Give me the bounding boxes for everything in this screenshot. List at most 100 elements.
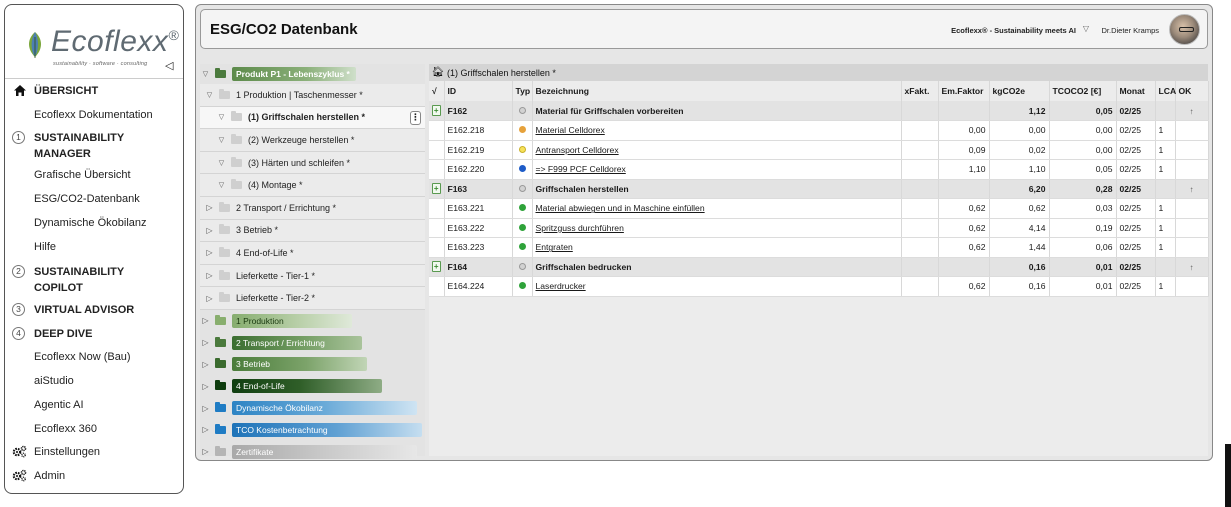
ok-cell[interactable]: ↑ [1175, 101, 1209, 121]
add-item-icon[interactable]: + [431, 261, 441, 273]
column-header[interactable]: LCA [1155, 81, 1176, 101]
add-item-icon[interactable]: + [431, 105, 441, 116]
item-link[interactable]: Antransport Celldorex [532, 140, 902, 160]
column-header[interactable]: Em.Faktor [938, 81, 990, 101]
tree-group[interactable]: ▷ 3 Betrieb [200, 354, 425, 376]
table-row[interactable]: + F164 Griffschalen bedrucken 0,16 0,01 02/25… [429, 257, 1209, 277]
tree-item[interactable]: ▽ (4) Montage * [200, 174, 425, 197]
row-select-cell[interactable] [429, 140, 445, 160]
chevron-right-icon[interactable]: ▷ [204, 226, 215, 235]
chevron-right-icon[interactable]: ▷ [200, 338, 211, 347]
column-header[interactable]: Typ [512, 81, 533, 101]
chevron-down-icon[interactable]: ▽ [204, 91, 215, 99]
tree-item[interactable]: ▽ (3) Härten und schleifen * [200, 151, 425, 175]
sidebar-item-ecoflexx-now-bau[interactable]: Ecoflexx Now (Bau) [5, 349, 180, 365]
column-header[interactable]: √ [429, 81, 445, 101]
chevron-right-icon[interactable]: ▷ [200, 425, 211, 434]
ok-cell[interactable]: ↑ [1175, 179, 1209, 199]
column-header[interactable]: ID [444, 81, 513, 101]
tree-group[interactable]: ▷ TCO Kostenbetrachtung [200, 419, 425, 441]
tree-item[interactable]: ▽ (2) Werkzeuge herstellen * [200, 129, 425, 152]
row-select-cell[interactable] [429, 276, 445, 297]
tree-item[interactable]: ▷ 4 End-of-Life * [200, 242, 425, 265]
table-row[interactable]: E163.221 Material abwiegen und in Maschin… [429, 198, 1209, 219]
column-header[interactable]: TCOCO2 [€] [1049, 81, 1117, 101]
table-row[interactable]: + F163 Griffschalen herstellen 6,20 0,28 02/2… [429, 179, 1209, 199]
sidebar-item-ecoflexx-dokumentation[interactable]: Ecoflexx Dokumentation [5, 107, 180, 123]
item-link[interactable]: Spritzguss durchführen [532, 218, 902, 238]
sidebar-item-ecoflexx-360[interactable]: Ecoflexx 360 [5, 421, 180, 437]
sidebar-item-agentic-ai[interactable]: Agentic AI [5, 397, 180, 413]
brand-menu[interactable]: Ecoflexx® - Sustainability meets AI [951, 26, 1076, 35]
tree-item[interactable]: ▷ 2 Transport / Errichtung * [200, 196, 425, 220]
arrow-up-icon[interactable]: ↑ [1190, 107, 1194, 116]
chevron-down-icon[interactable]: ▽ [216, 113, 227, 121]
collapse-sidebar-icon[interactable]: ◁ [165, 59, 173, 72]
column-header[interactable]: Bezeichnung [532, 81, 902, 101]
sidebar-item-dynamische-ökobilanz[interactable]: Dynamische Ökobilanz [5, 215, 180, 231]
sidebar-item-einstellungen[interactable]: Einstellungen [5, 444, 180, 460]
more-options-icon[interactable]: ⋮ [410, 110, 421, 125]
tree-item[interactable]: ▷ Lieferkette - Tier-1 * [200, 264, 425, 288]
chevron-down-icon[interactable]: ▽ [216, 159, 227, 167]
chevron-right-icon[interactable]: ▷ [204, 294, 215, 303]
table-row[interactable]: E162.220 => F999 PCF Celldorex 1,10 1,10 0,0… [429, 159, 1209, 180]
tree-group[interactable]: ▷ 1 Produktion [200, 310, 425, 332]
table-row[interactable]: E162.219 Antransport Celldorex 0,09 0,02 0,0… [429, 140, 1209, 160]
sidebar-item-grafische-übersicht[interactable]: Grafische Übersicht [5, 167, 180, 183]
tree-group[interactable]: ▷ 4 End-of-Life [200, 375, 425, 397]
tree-group[interactable]: ▷ Zertifikate [200, 441, 425, 463]
table-row[interactable]: E162.218 Material Celldorex 0,00 0,00 0,00 02… [429, 120, 1209, 141]
column-header[interactable]: OK [1175, 81, 1209, 101]
avatar[interactable] [1169, 14, 1200, 45]
ok-cell[interactable]: ↑ [1175, 257, 1209, 277]
chevron-down-icon[interactable]: ▽ [216, 136, 227, 144]
column-header[interactable]: Monat [1116, 81, 1156, 101]
tree-group[interactable]: ▷ Dynamische Ökobilanz [200, 397, 425, 419]
row-select-cell[interactable] [429, 218, 445, 238]
sidebar-item-aistudio[interactable]: aiStudio [5, 373, 180, 389]
row-select-cell[interactable]: + [429, 101, 445, 121]
table-row[interactable]: E164.224 Laserdrucker 0,62 0,16 0,01 02/25 1 [429, 276, 1209, 297]
chevron-right-icon[interactable]: ▷ [200, 447, 211, 456]
chevron-down-icon[interactable]: ▽ [200, 70, 211, 78]
chevron-down-icon[interactable]: ▽ [216, 181, 227, 189]
tree-item[interactable]: ▽ (1) Griffschalen herstellen * ⋮ [200, 106, 425, 130]
sidebar-item-übersicht[interactable]: ÜBERSICHT [5, 83, 180, 99]
sidebar-item-virtual-advisor[interactable]: 3 VIRTUAL ADVISOR [5, 302, 180, 318]
item-link[interactable]: Laserdrucker [532, 276, 902, 297]
ecoflexx-logo[interactable]: Ecoflexx® sustainability · software · co… [23, 23, 179, 73]
table-row[interactable]: E163.223 Entgraten 0,62 1,44 0,06 02/25 1 [429, 237, 1209, 258]
item-link[interactable]: Material abwiegen und in Maschine einfül… [532, 198, 902, 219]
item-link[interactable]: Material Celldorex [532, 120, 902, 141]
chevron-right-icon[interactable]: ▷ [200, 404, 211, 413]
chevron-right-icon[interactable]: ▷ [204, 248, 215, 257]
row-select-cell[interactable]: + [429, 257, 445, 277]
sidebar-item-hilfe[interactable]: Hilfe [5, 239, 180, 255]
tree-item[interactable]: ▽ 1 Produktion | Taschenmesser * [200, 84, 425, 107]
sidebar-item-admin[interactable]: Admin [5, 468, 180, 484]
chevron-right-icon[interactable]: ▷ [200, 360, 211, 369]
row-select-cell[interactable]: + [429, 179, 445, 199]
sidebar-item-deep-dive[interactable]: 4 DEEP DIVE [5, 326, 180, 342]
arrow-up-icon[interactable]: ↑ [1190, 263, 1194, 272]
add-item-icon[interactable]: + [431, 183, 441, 195]
sidebar-item-sustainability-manager[interactable]: 1 SUSTAINABILITY MANAGER [5, 130, 180, 162]
sidebar-item-esg-co2-datenbank[interactable]: ESG/CO2-Datenbank [5, 191, 180, 207]
tree-item[interactable]: ▷ 3 Betrieb * [200, 219, 425, 243]
home-icon[interactable]: 🏠︎ [429, 67, 447, 78]
chevron-right-icon[interactable]: ▷ [204, 203, 215, 212]
row-select-cell[interactable] [429, 237, 445, 258]
tree-group[interactable]: ▷ 2 Transport / Errichtung [200, 332, 425, 354]
table-row[interactable]: + F162 Material für Griffschalen vorbereit… [429, 101, 1209, 121]
chevron-right-icon[interactable]: ▷ [200, 316, 211, 325]
column-header[interactable]: xFakt. [901, 81, 939, 101]
column-header[interactable]: kgCO2e [989, 81, 1050, 101]
sidebar-item-sustainability-copilot[interactable]: 2 SUSTAINABILITY COPILOT [5, 264, 180, 296]
user-name[interactable]: Dr.Dieter Kramps [1101, 26, 1159, 35]
tree-root[interactable]: ▽ Produkt P1 - Lebenszyklus * [200, 64, 425, 84]
item-link[interactable]: => F999 PCF Celldorex [532, 159, 902, 180]
item-link[interactable]: Entgraten [532, 237, 902, 258]
row-select-cell[interactable] [429, 159, 445, 180]
scrollbar[interactable] [1225, 444, 1231, 507]
